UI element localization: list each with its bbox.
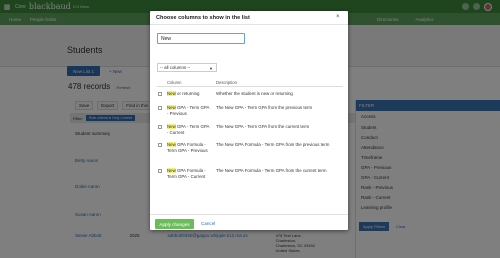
column-checkbox[interactable] [158, 169, 162, 173]
category-select[interactable]: -- all columns -- ▼ [157, 63, 217, 72]
column-checkbox[interactable] [158, 106, 162, 110]
column-name: New GPA - Term GPA - Previous [167, 105, 210, 117]
column-description: The New GPA - Term GPA from the current … [216, 124, 310, 129]
cancel-link[interactable]: Cancel [201, 221, 215, 226]
chevron-down-icon: ▼ [209, 66, 213, 71]
column-description: The New GPA - Term GPA from the previous… [216, 105, 313, 110]
column-search-input[interactable]: New [157, 33, 245, 44]
columns-table-header: Column Description [157, 79, 343, 87]
column-name: New GPA Formula - Term GPA - Current [167, 168, 206, 180]
header-description: Description [216, 80, 237, 85]
choose-columns-dialog: Choose columns to show in the list × New… [150, 11, 348, 230]
column-checkbox[interactable] [158, 125, 162, 129]
column-description: Whether the student is new or returning [216, 91, 293, 96]
column-description: The New GPA Formula - Term GPA from the … [216, 168, 327, 173]
apply-changes-button[interactable]: Apply changes [155, 219, 194, 229]
column-checkbox[interactable] [158, 143, 162, 147]
dialog-title: Choose columns to show in the list [156, 15, 250, 21]
close-icon[interactable]: × [336, 14, 340, 20]
column-name: New or returning [167, 91, 200, 96]
header-column: Column [167, 80, 182, 85]
column-description: The New GPA Formula - Term GPA from the … [216, 142, 330, 147]
category-select-value: -- all columns -- [160, 65, 191, 70]
divider [150, 24, 348, 25]
column-name: New GPA - Term GPA - Current [167, 124, 210, 136]
column-checkbox[interactable] [158, 92, 162, 96]
column-name: New GPA Formula - Term GPA - Previous [167, 142, 208, 154]
divider [150, 214, 348, 215]
